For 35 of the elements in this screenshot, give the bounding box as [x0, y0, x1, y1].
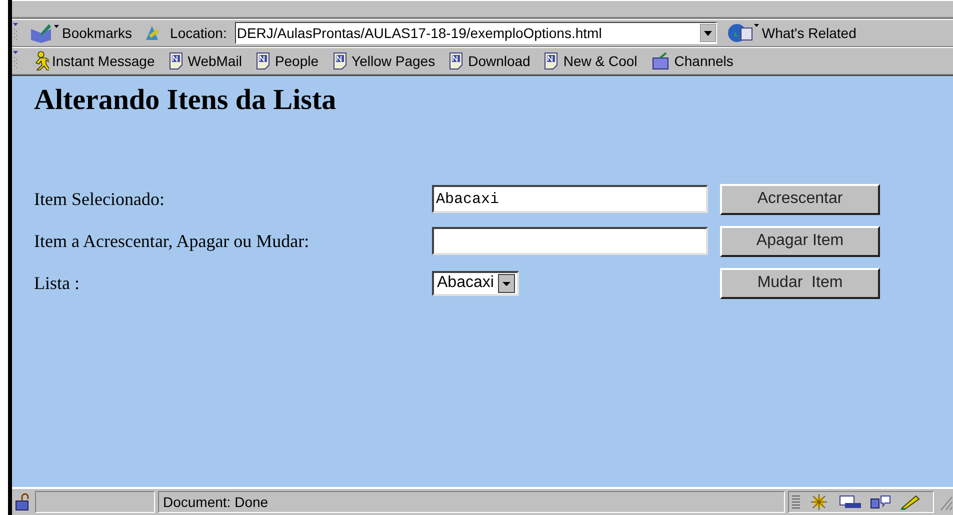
location-field[interactable]: DERJ/AulasProntas/AULAS17-18-19/exemploOptions.html	[234, 22, 717, 44]
toolbar-link[interactable]: Download	[447, 52, 532, 70]
location-label: Location:	[170, 25, 227, 41]
document-icon	[332, 52, 349, 70]
whats-related-button[interactable]: What's Related	[724, 22, 858, 44]
document-icon	[256, 52, 272, 70]
text-field[interactable]	[432, 227, 708, 256]
toolbar-link[interactable]: Channels	[649, 52, 736, 70]
field-label: Item Selecionado:	[34, 188, 164, 210]
mail-icon[interactable]	[837, 493, 863, 511]
book-icon	[29, 23, 59, 43]
toolbar-link[interactable]: Yellow Pages	[330, 52, 438, 70]
dropdown-arrow-icon[interactable]	[700, 24, 716, 42]
channel-tv-icon	[651, 52, 672, 70]
toolbar-link[interactable]: New & Cool	[542, 52, 640, 70]
field-label: Lista :	[34, 272, 80, 294]
grip-lines-icon	[791, 493, 801, 511]
bookmarks-button[interactable]: Bookmarks	[27, 23, 134, 43]
page-heading: Alterando Itens da Lista	[34, 83, 338, 118]
toolbar-link[interactable]: Instant Message	[29, 51, 157, 71]
toolbar-link[interactable]: WebMail	[166, 52, 244, 70]
form-button[interactable]: Apagar Item	[720, 226, 880, 257]
globe-icon	[726, 22, 759, 44]
toolbar-link[interactable]: People	[254, 52, 321, 70]
chat-icon[interactable]	[869, 493, 893, 511]
document-icon	[544, 52, 560, 70]
form-button[interactable]: Acrescentar	[720, 184, 880, 215]
status-text: Document: Done	[158, 491, 785, 513]
form-button[interactable]: Mudar Item	[720, 268, 880, 299]
text-field[interactable]: Abacaxi	[432, 185, 708, 214]
document-icon	[449, 52, 466, 70]
list-dropdown[interactable]: Abacaxi	[432, 270, 519, 296]
field-label: Item a Acrescentar, Apagar ou Mudar:	[34, 230, 310, 252]
document-icon	[168, 52, 185, 70]
lock-icon	[14, 493, 32, 511]
